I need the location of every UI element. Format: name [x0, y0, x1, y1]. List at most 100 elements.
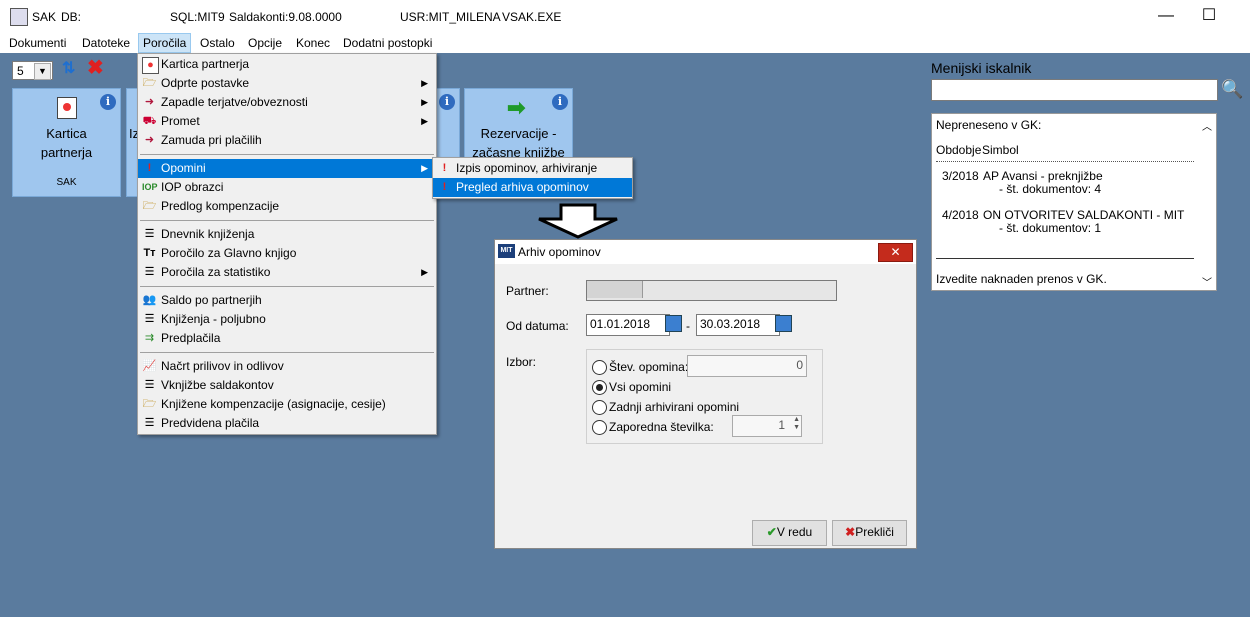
card-icon: ● — [142, 57, 159, 74]
stev-opomina-input[interactable]: 0 — [687, 355, 807, 377]
menu-dodatni-postopki[interactable]: Dodatni postopki — [339, 35, 436, 51]
menu-item-knjizene-kompenzacije[interactable]: 🗁 Knjižene kompenzacije (asignacije, cesi… — [138, 395, 436, 414]
menu-item-nacrt-prilivov[interactable]: 📈 Načrt prilivov in odlivov — [138, 357, 436, 376]
date-to-input[interactable]: 30.03.2018 — [696, 314, 780, 336]
submenu-arrow-icon: ▶ — [421, 97, 428, 107]
menu-item-odprte-postavke[interactable]: 🗁 Odprte postavke ▶ — [138, 74, 436, 93]
sql-label: SQL:MIT9 — [170, 10, 225, 24]
search-icon[interactable]: 🔍 — [1221, 78, 1243, 100]
tile-count-select[interactable]: 5 ▼ — [12, 61, 53, 80]
list-icon: ☰ — [144, 228, 155, 240]
zaporedna-stepper[interactable]: 1 ▲ ▼ — [732, 415, 802, 437]
folder-icon: 🗁 — [142, 200, 157, 212]
scroll-up-icon[interactable]: ︿ — [1202, 118, 1212, 133]
list-icon: ☰ — [144, 417, 155, 429]
porocila-dropdown: ● Kartica partnerja 🗁 Odprte postavke ▶ ➜ Za… — [137, 53, 437, 435]
menu-item-predvidena-placila[interactable]: ☰ Predvidena plačila — [138, 414, 436, 433]
menu-item-predlog-kompenzacije[interactable]: 🗁 Predlog kompenzacije — [138, 197, 436, 216]
card-icon — [57, 97, 77, 119]
submenu-arrow-icon: ▶ — [421, 163, 428, 173]
menu-item-zamuda[interactable]: ➜ Zamuda pri plačilih — [138, 131, 436, 150]
info-icon[interactable]: i — [439, 94, 455, 110]
menu-item-knjizenja-poljubno[interactable]: ☰ Knjiženja - poljubno — [138, 310, 436, 329]
folder-icon: 🗁 — [142, 77, 157, 89]
radio-vsi-opomini[interactable] — [592, 380, 607, 395]
menu-item-kartica-partnerja[interactable]: ● Kartica partnerja — [138, 55, 436, 74]
refresh-icon[interactable]: ⇅ — [62, 60, 78, 78]
menu-item-saldo-po-partnerjih[interactable]: 👥 Saldo po partnerjih — [138, 291, 436, 310]
ok-button[interactable]: ✔V redu — [752, 520, 827, 546]
app-name: SAK — [32, 10, 57, 24]
radio-stev-opomina[interactable] — [592, 360, 607, 375]
arrow-right-icon: ➜ — [144, 96, 155, 108]
chevron-down-icon: ▼ — [34, 63, 51, 80]
calendar-icon[interactable] — [775, 315, 792, 332]
gk-row-period: 4/2018 — [942, 208, 979, 222]
scroll-down-icon[interactable]: ﹀ — [1202, 274, 1212, 289]
partner-code-field[interactable] — [587, 281, 643, 298]
date-from-input[interactable]: 01.01.2018 — [586, 314, 670, 336]
radio-label: Vsi opomini — [609, 380, 672, 394]
folder-icon: 🗁 — [142, 398, 157, 410]
list-icon: ☰ — [144, 313, 155, 325]
tile-kartica-partnerja[interactable]: i Kartica partnerja SAK — [12, 88, 121, 197]
menu-datoteke[interactable]: Datoteke — [78, 35, 134, 51]
submenu-arrow-icon: ▶ — [421, 78, 428, 88]
menu-opcije[interactable]: Opcije — [244, 35, 286, 51]
submenu-item-pregled-arhiva[interactable]: ! Pregled arhiva opominov — [433, 178, 632, 197]
cancel-button[interactable]: ✖Prekliči — [832, 520, 907, 546]
radio-zadnji-arhivirani[interactable] — [592, 400, 607, 415]
gk-row-docs: - št. dokumentov: 1 — [999, 221, 1102, 235]
menu-bar: Dokumenti Datoteke Poročila Ostalo Opcij… — [0, 33, 1250, 53]
cross-icon: ✖ — [845, 525, 856, 539]
menu-item-glavna-knjiga[interactable]: Tт Poročilo za Glavno knjigo — [138, 244, 436, 263]
title-bar: SAK DB: SQL:MIT9 Saldakonti:9.08.0000 US… — [0, 0, 1250, 33]
menu-item-vknjizbe-saldakontov[interactable]: ☰ Vknjižbe saldakontov — [138, 376, 436, 395]
minimize-button[interactable]: — — [1156, 6, 1176, 26]
maximize-button[interactable]: ☐ — [1199, 6, 1219, 26]
menu-separator — [140, 220, 434, 221]
menu-separator — [140, 352, 434, 353]
menu-dokumenti[interactable]: Dokumenti — [5, 35, 70, 51]
partner-label: Partner: — [506, 284, 549, 298]
info-icon[interactable]: i — [100, 94, 116, 110]
saldakonti-version: Saldakonti:9.08.0000 — [229, 10, 342, 24]
menu-item-iop-obrazci[interactable]: IOP IOP obrazci — [138, 178, 436, 197]
menu-konec[interactable]: Konec — [292, 35, 334, 51]
check-icon: ✔ — [766, 525, 777, 539]
menu-separator — [140, 286, 434, 287]
stepper-arrows-icon[interactable]: ▲ ▼ — [793, 416, 800, 432]
info-icon[interactable]: i — [552, 94, 568, 110]
transfer-icon: ⇉ — [144, 332, 155, 344]
menu-ostalo[interactable]: Ostalo — [196, 35, 239, 51]
menu-search-input[interactable] — [931, 79, 1218, 101]
radio-label: Zadnji arhivirani opomini — [609, 400, 740, 414]
menu-item-opomini[interactable]: ! Opomini ▶ — [138, 159, 436, 178]
menu-porocila[interactable]: Poročila — [138, 33, 192, 53]
izbor-group: Štev. opomina: 0 Vsi opomini Zadnji arhi… — [586, 349, 823, 444]
radio-label: Zaporedna številka: — [609, 420, 714, 434]
menu-item-statistika[interactable]: ☰ Poročila za statistiko ▶ — [138, 263, 436, 282]
list-icon: ☰ — [144, 266, 155, 278]
submenu-item-izpis-opominov[interactable]: ! Izpis opominov, arhiviranje — [433, 159, 632, 178]
tile-title-line1: Kartica — [46, 126, 87, 141]
radio-zaporedna-stevilka[interactable] — [592, 420, 607, 435]
tile-subtitle: SAK — [56, 177, 77, 188]
app-icon — [10, 8, 28, 26]
menu-item-dnevnik-knjizenja[interactable]: ☰ Dnevnik knjiženja — [138, 225, 436, 244]
menu-item-promet[interactable]: ⛟ Promet ▶ — [138, 112, 436, 131]
partner-field[interactable] — [586, 280, 837, 301]
menu-item-predplacila[interactable]: ⇉ Predplačila — [138, 329, 436, 348]
search-title: Menijski iskalnik — [931, 60, 1032, 76]
menu-item-zapadle[interactable]: ➜ Zapadle terjatve/obveznosti ▶ — [138, 93, 436, 112]
stepper-value: 1 — [778, 418, 785, 432]
divider — [936, 258, 1194, 259]
truck-icon: ⛟ — [142, 115, 157, 127]
list-icon: ☰ — [144, 379, 155, 391]
close-icon[interactable]: ✖ — [87, 58, 105, 78]
gk-header: Nepreneseno v GK: — [936, 118, 1042, 132]
dialog-close-button[interactable]: ✕ — [878, 243, 913, 262]
calendar-icon[interactable] — [665, 315, 682, 332]
line-chart-icon: 📈 — [142, 360, 157, 372]
arrow-right-icon: ➡ — [507, 95, 526, 120]
